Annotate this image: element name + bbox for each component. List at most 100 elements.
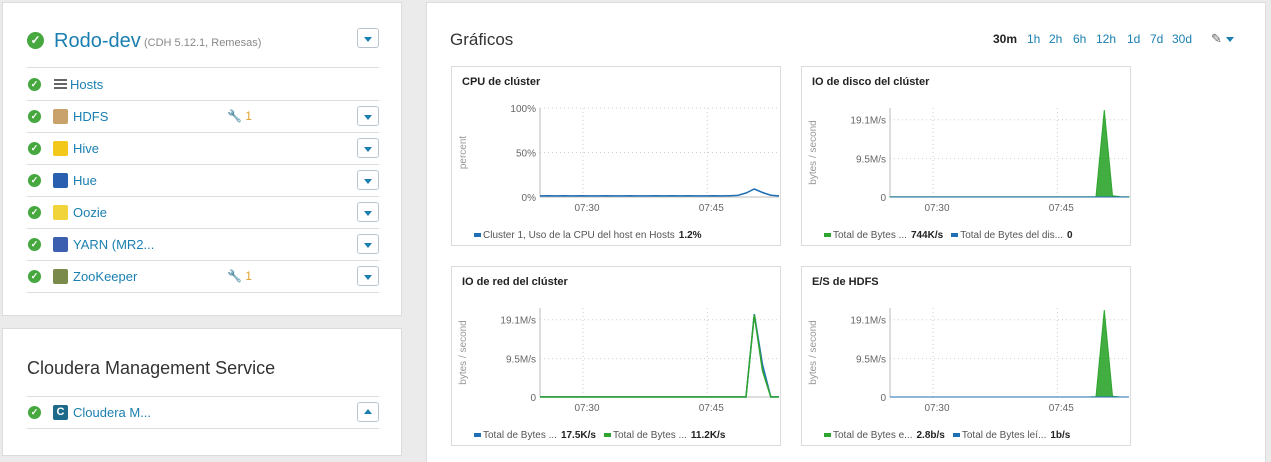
y-axis-label: percent: [458, 136, 469, 170]
configuration-issue-badge[interactable]: 🔧 1: [227, 109, 252, 123]
pencil-icon[interactable]: ✎: [1211, 31, 1222, 47]
hosts-link[interactable]: Hosts: [70, 77, 103, 92]
service-actions-dropdown[interactable]: [357, 402, 379, 422]
badge-count: 1: [245, 269, 252, 283]
status-ok-icon: ✓: [27, 32, 44, 49]
divider: [27, 428, 379, 429]
y-tick-label: 9.5M/s: [856, 355, 886, 366]
chart-legend: Cluster 1, Uso de la CPU del host en Hos…: [474, 230, 710, 241]
status-ok-icon: ✓: [28, 78, 41, 91]
chart-plot: bytes / second 19.1M/s 9.5M/s 0 07:30 07:45: [808, 308, 1129, 414]
chart-card[interactable]: bytes / second 19.1M/s 9.5M/s 0 07:30 07:45 IO…: [451, 266, 781, 446]
chart-card[interactable]: bytes / second 19.1M/s 9.5M/s 0 07:30 07:45 E/…: [801, 266, 1131, 446]
legend-swatch: [951, 233, 959, 238]
time-range-1d[interactable]: 1d: [1127, 32, 1140, 46]
status-ok-icon: ✓: [28, 238, 41, 251]
x-tick-label: 07:45: [699, 403, 724, 414]
management-panel: Cloudera Management Service ✓ C Cloudera…: [2, 328, 402, 456]
service-row-hive: ✓ Hive: [27, 133, 387, 165]
y-tick-label: 0: [880, 193, 886, 204]
time-range-30d[interactable]: 30d: [1172, 32, 1192, 46]
series-line: [540, 313, 779, 398]
time-range-1h[interactable]: 1h: [1027, 32, 1040, 46]
x-tick-label: 07:30: [575, 403, 600, 414]
legend-label: Total de Bytes ...: [483, 430, 557, 441]
service-row-oozie: ✓ Oozie: [27, 197, 387, 229]
chart-plot: percent 100% 50% 0% 07:30 07:45: [458, 104, 780, 214]
service-actions-dropdown[interactable]: [357, 106, 379, 126]
service-row-yarn-mr2: ✓ YARN (MR2...: [27, 229, 387, 261]
legend-label: Total de Bytes e...: [833, 430, 913, 441]
badge-count: 1: [245, 109, 252, 123]
series-line: [539, 188, 780, 197]
legend-label: Cluster 1, Uso de la CPU del host en Hos…: [483, 230, 675, 241]
service-link[interactable]: Hue: [73, 173, 97, 188]
cluster-actions-dropdown[interactable]: [357, 28, 379, 48]
y-tick-label: 0%: [522, 193, 537, 204]
service-row-cloudera-management: ✓ C Cloudera M...: [27, 397, 387, 429]
cluster-subtitle: (CDH 5.12.1, Remesas): [144, 37, 262, 49]
time-range-12h[interactable]: 12h: [1096, 32, 1116, 46]
service-link[interactable]: YARN (MR2...: [73, 237, 154, 252]
service-link-cloudera-management[interactable]: Cloudera M...: [73, 405, 151, 420]
time-range-7d[interactable]: 7d: [1150, 32, 1163, 46]
status-ok-icon: ✓: [28, 110, 41, 123]
series-area: [890, 309, 1129, 398]
service-link[interactable]: Hive: [73, 141, 99, 156]
y-axis-label: bytes / second: [808, 320, 819, 384]
y-axis-label: bytes / second: [808, 120, 819, 184]
y-tick-label: 19.1M/s: [500, 316, 536, 327]
series-area: [889, 109, 1130, 198]
service-link[interactable]: Oozie: [73, 205, 107, 220]
configuration-issue-badge[interactable]: 🔧 1: [227, 269, 252, 283]
y-tick-label: 100%: [510, 104, 536, 115]
management-title: Cloudera Management Service: [27, 358, 276, 378]
status-ok-icon: ✓: [28, 270, 41, 283]
legend-label: Total de Bytes ...: [833, 230, 907, 241]
chart-title: IO de disco del clúster: [812, 76, 930, 88]
oozie-icon: [53, 205, 68, 220]
legend-label: Total de Bytes ...: [612, 430, 687, 441]
service-actions-dropdown[interactable]: [357, 202, 379, 222]
y-axis-label: bytes / second: [458, 320, 469, 384]
time-range-30m[interactable]: 30m: [993, 32, 1017, 46]
chart-plot: bytes / second 19.1M/s 9.5M/s 0 07:30 07:45: [458, 308, 779, 414]
legend-value: 1b/s: [1050, 430, 1071, 441]
service-actions-dropdown[interactable]: [357, 138, 379, 158]
service-actions-dropdown[interactable]: [357, 170, 379, 190]
time-range-6h[interactable]: 6h: [1073, 32, 1086, 46]
service-actions-dropdown[interactable]: [357, 234, 379, 254]
wrench-icon: 🔧: [227, 109, 242, 123]
charts-title: Gráficos: [450, 30, 514, 49]
service-link[interactable]: ZooKeeper: [73, 269, 137, 284]
service-actions-dropdown[interactable]: [357, 266, 379, 286]
cluster-name-link[interactable]: Rodo-dev: [54, 30, 141, 53]
legend-label: Total de Bytes del dis...: [960, 230, 1064, 241]
chart-title: E/S de HDFS: [812, 276, 879, 288]
status-ok-icon: ✓: [28, 206, 41, 219]
y-tick-label: 19.1M/s: [850, 316, 886, 327]
y-tick-label: 0: [880, 393, 886, 404]
y-tick-label: 0: [530, 393, 536, 404]
x-tick-label: 07:30: [925, 403, 950, 414]
legend-value: 744K/s: [910, 230, 944, 241]
cluster-panel: ✓ Rodo-dev (CDH 5.12.1, Remesas) ✓ Hosts…: [2, 2, 402, 316]
legend-swatch: [474, 433, 481, 438]
zookeeper-icon: [53, 269, 68, 284]
chevron-down-icon[interactable]: [1226, 37, 1234, 42]
legend-swatch: [952, 433, 960, 438]
time-range-2h[interactable]: 2h: [1049, 32, 1062, 46]
y-tick-label: 9.5M/s: [506, 355, 536, 366]
service-row-zookeeper: ✓ ZooKeeper 🔧 1: [27, 261, 387, 293]
x-tick-label: 07:45: [1049, 203, 1074, 214]
chart-card[interactable]: percent 100% 50% 0% 07:30 07:45 CPU de clúster…: [451, 66, 781, 246]
hive-icon: [53, 141, 68, 156]
chart-card[interactable]: bytes / second 19.1M/s 9.5M/s 0 07:30 07:45 IO…: [801, 66, 1131, 246]
status-ok-icon: ✓: [28, 174, 41, 187]
legend-value: 1.2%: [678, 230, 702, 241]
chart-legend: Total de Bytes ... 744K/s Total de Bytes d…: [824, 230, 1081, 241]
legend-swatch: [474, 233, 481, 238]
service-row-hue: ✓ Hue: [27, 165, 387, 197]
service-link[interactable]: HDFS: [73, 109, 108, 124]
series-line: [540, 314, 779, 398]
